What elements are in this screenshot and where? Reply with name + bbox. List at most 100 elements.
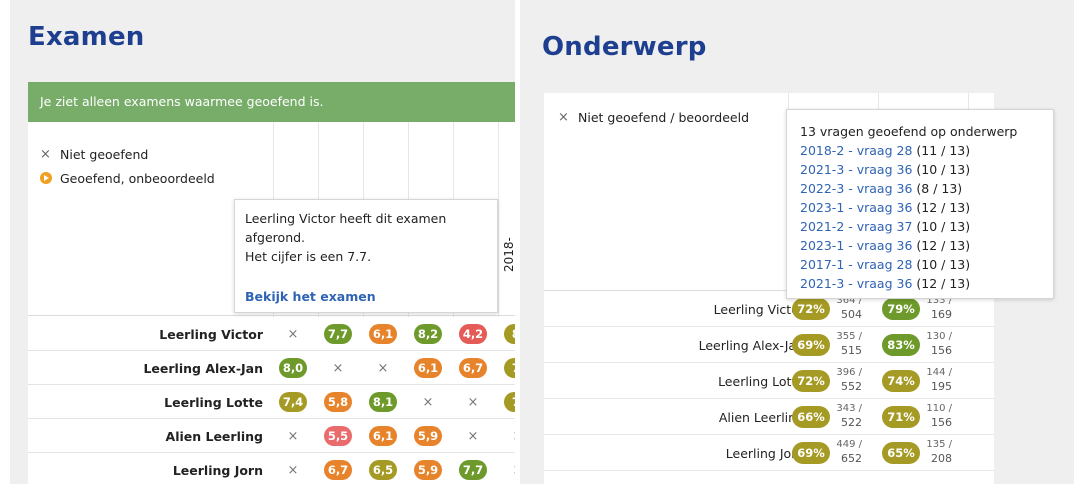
grade-cell[interactable]: ×	[273, 425, 313, 447]
question-link[interactable]: 2017-1 - vraag 28	[800, 257, 912, 272]
topic-legend-label: Niet geoefend / beoordeeld	[578, 110, 750, 125]
percentage-badge[interactable]: 65%	[882, 442, 920, 464]
grade-cell[interactable]: 7,	[498, 391, 515, 413]
question-count: (12 / 13)	[916, 238, 971, 253]
grade-cell[interactable]: ×	[498, 459, 515, 481]
grade-cell[interactable]: 5,9	[408, 459, 448, 481]
grade-cell[interactable]: 7,4	[273, 391, 313, 413]
grade-cell[interactable]: 6,7	[318, 459, 358, 481]
score-denominator: 156	[931, 416, 952, 429]
grade-cell[interactable]: 6,7	[453, 357, 493, 379]
grade-cell[interactable]: ×	[273, 323, 313, 345]
percentage-badge[interactable]: 69%	[792, 334, 830, 356]
question-item: 2021-2 - vraag 37 (10 / 13)	[800, 217, 1040, 236]
question-item: 2023-1 - vraag 36 (12 / 13)	[800, 198, 1040, 217]
practiced-only-banner: Je ziet alleen examens waarmee geoefend …	[28, 82, 515, 122]
grade-cell[interactable]: ×	[408, 391, 448, 413]
score-numerator: 135 /	[926, 439, 952, 450]
score-fraction: 144 / 195	[922, 366, 952, 394]
question-link[interactable]: 2023-1 - vraag 36	[800, 200, 912, 215]
score-denominator: 169	[931, 308, 952, 321]
tooltip-line-1: Leerling Victor heeft dit examen	[245, 211, 447, 226]
grade-cell[interactable]: ×	[363, 357, 403, 379]
student-name: Leerling Victor	[713, 302, 804, 317]
grade-cell[interactable]: 7,	[498, 357, 515, 379]
grade-cell[interactable]: ×	[453, 391, 493, 413]
question-link[interactable]: 2021-3 - vraag 36	[800, 276, 912, 291]
grade-badge: 4,2	[458, 324, 488, 344]
grade-cell[interactable]: 8,1	[363, 391, 403, 413]
grade-cell[interactable]: 4,2	[453, 323, 493, 345]
score-numerator: 343 /	[836, 403, 862, 414]
table-row: Leerling Jorn 69% 449 /652 65% 135 /208	[544, 435, 994, 471]
grade-cell[interactable]: ×	[453, 425, 493, 447]
exam-title: Examen	[28, 22, 145, 52]
question-item: 2023-1 - vraag 36 (12 / 13)	[800, 236, 1040, 255]
table-row: Leerling Alex-Jan 69% 355 / 515 83% 130 / 156	[544, 327, 994, 363]
grade-cell[interactable]: 6,5	[363, 459, 403, 481]
table-row: Alien Leerling 66% 343 /522 71% 110 /156	[544, 399, 994, 435]
score-denominator: 208	[931, 452, 952, 465]
percentage-badge[interactable]: 83%	[882, 334, 920, 356]
grade-cell[interactable]: 8,0	[273, 357, 313, 379]
x-icon: ×	[422, 394, 434, 410]
grade-cell[interactable]: 5,5	[318, 425, 358, 447]
score-numerator: 110 /	[926, 403, 952, 414]
question-item: 2017-1 - vraag 28 (10 / 13)	[800, 255, 1040, 274]
grade-badge: 7,7	[458, 460, 488, 480]
percentage-badge[interactable]: 66%	[792, 406, 830, 428]
grade-cell[interactable]: ×	[318, 357, 358, 379]
question-item: 2021-3 - vraag 36 (12 / 13)	[800, 274, 1040, 293]
question-link[interactable]: 2021-3 - vraag 36	[800, 162, 912, 177]
legend-not-practiced-label: Niet geoefend	[60, 146, 149, 162]
grade-cell[interactable]: 7,7	[318, 323, 358, 345]
grade-cell[interactable]: 5,8	[318, 391, 358, 413]
score-denominator: 156	[931, 344, 952, 357]
exam-legend: × Niet geoefend Geoefend, onbeoordeeld	[40, 142, 215, 190]
table-row: Leerling Alex-Jan 8,0 × × 6,1 6,7 7,	[28, 351, 515, 385]
grade-badge: 6,5	[368, 460, 398, 480]
question-link[interactable]: 2018-2 - vraag 28	[800, 143, 912, 158]
topic-panel: Onderwerp × Niet geoefend / beoordeeld L…	[520, 0, 1074, 484]
view-exam-link[interactable]: Bekijk het examen	[245, 287, 376, 306]
score-denominator: 522	[841, 416, 862, 429]
student-name: Leerling Jorn	[172, 463, 263, 478]
grade-cell[interactable]: 6,1	[408, 357, 448, 379]
percentage-badge[interactable]: 72%	[792, 298, 830, 320]
question-link[interactable]: 2023-1 - vraag 36	[800, 238, 912, 253]
score-denominator: 504	[841, 308, 862, 321]
percentage-badge[interactable]: 71%	[882, 406, 920, 428]
grade-cell[interactable]: 8,	[498, 323, 515, 345]
grade-cell[interactable]: 6,1	[363, 323, 403, 345]
percentage-badge[interactable]: 79%	[882, 298, 920, 320]
grade-cell[interactable]: 6,1	[363, 425, 403, 447]
score-denominator: 552	[841, 380, 862, 393]
student-name: Alien Leerling	[165, 429, 263, 444]
grade-badge: 7,7	[323, 324, 353, 344]
grade-cell[interactable]: ×	[273, 459, 313, 481]
topic-title: Onderwerp	[542, 32, 707, 62]
score-fraction: 396 / 552	[832, 366, 862, 394]
table-row: Leerling Jorn × 6,7 6,5 5,9 7,7 ×	[28, 453, 515, 484]
x-icon: ×	[467, 394, 479, 410]
question-count: (8 / 13)	[916, 181, 963, 196]
percentage-badge[interactable]: 69%	[792, 442, 830, 464]
grade-cell[interactable]: 8,2	[408, 323, 448, 345]
grade-badge: 8,0	[278, 358, 308, 378]
grade-badge: 5,5	[323, 426, 353, 446]
grade-cell[interactable]: ×	[498, 425, 515, 447]
legend-practiced-unrated: Geoefend, onbeoordeeld	[40, 166, 215, 190]
student-name: Leerling Lotte	[164, 395, 263, 410]
topic-tooltip: 13 vragen geoefend op onderwerp 2018-2 -…	[786, 109, 1054, 299]
grade-cell[interactable]: 7,7	[453, 459, 493, 481]
grade-badge: 5,9	[413, 460, 443, 480]
percentage-badge[interactable]: 74%	[882, 370, 920, 392]
question-link[interactable]: 2021-2 - vraag 37	[800, 219, 912, 234]
score-fraction: 130 / 156	[922, 330, 952, 358]
x-icon: ×	[287, 428, 299, 444]
grade-cell[interactable]: 5,9	[408, 425, 448, 447]
exam-column-header[interactable]: 2018-2	[502, 237, 515, 272]
header-divider	[28, 315, 515, 316]
question-link[interactable]: 2022-3 - vraag 36	[800, 181, 912, 196]
percentage-badge[interactable]: 72%	[792, 370, 830, 392]
